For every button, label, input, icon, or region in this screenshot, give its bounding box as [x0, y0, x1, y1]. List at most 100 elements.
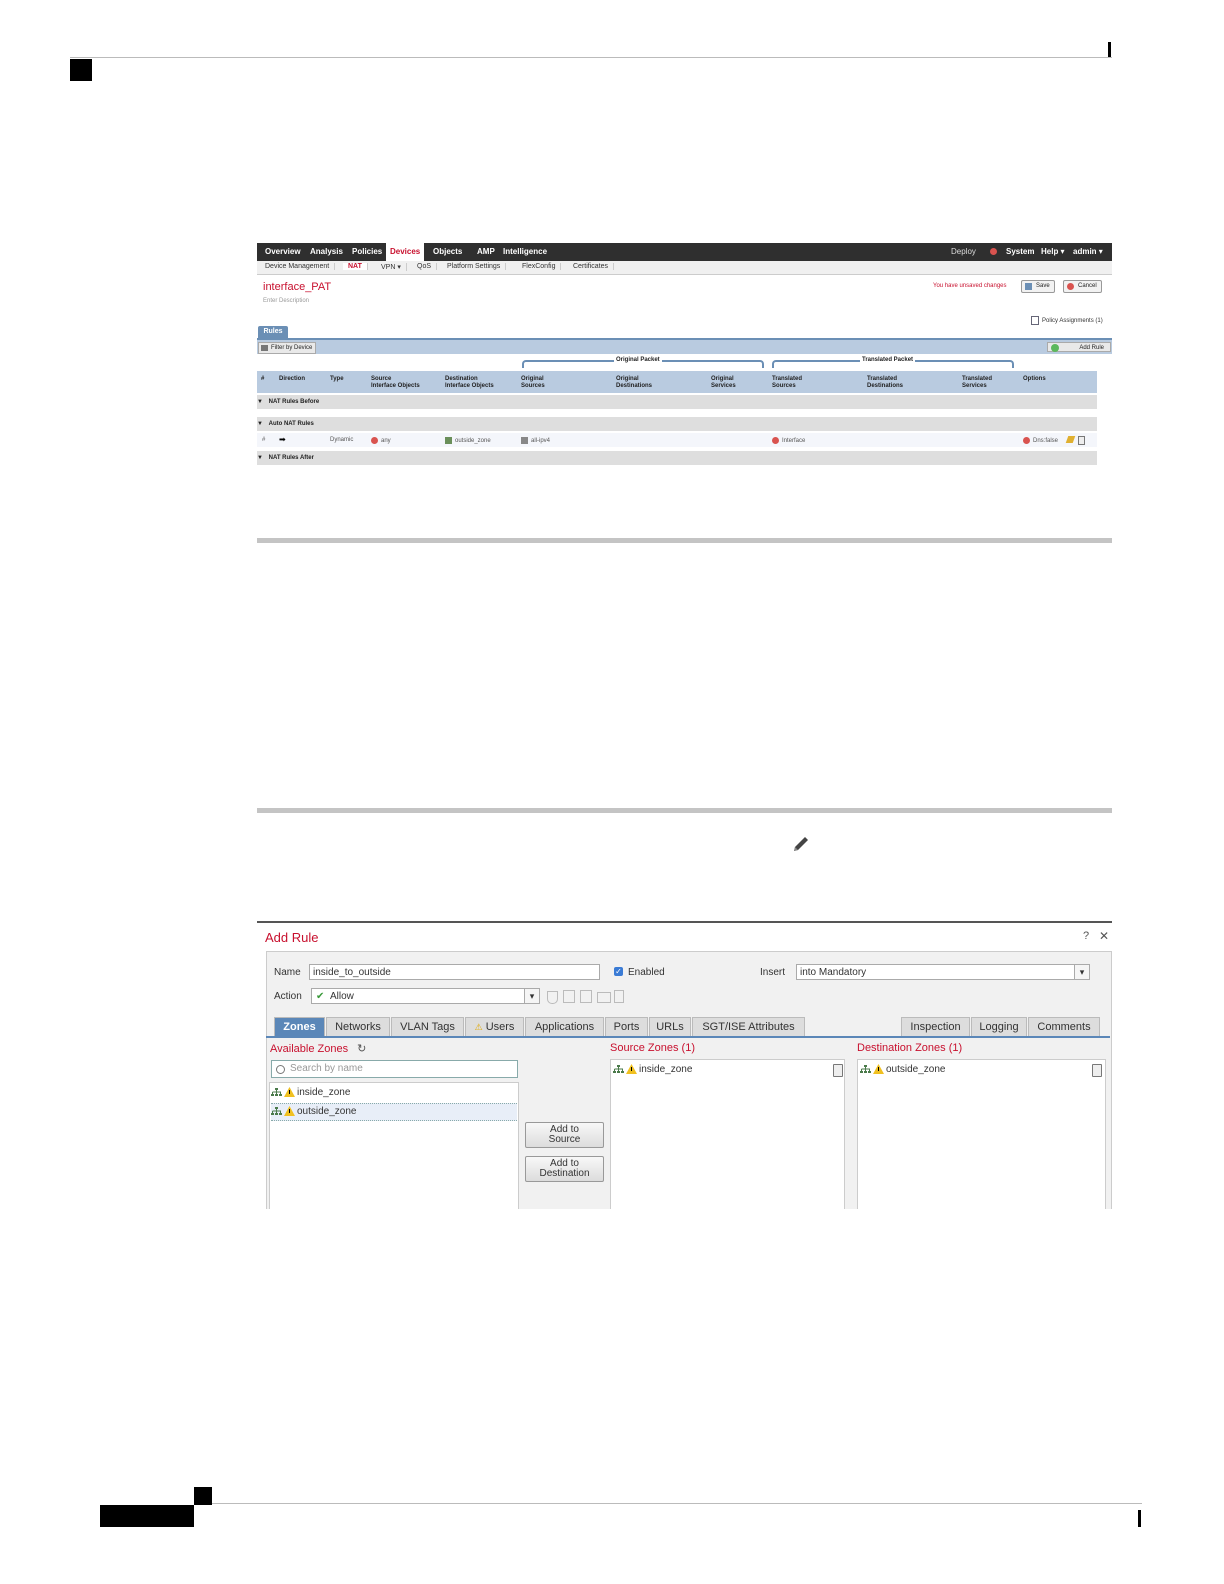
rules-tab[interactable]: Rules — [258, 326, 288, 338]
refresh-icon[interactable]: ↻ — [357, 1043, 366, 1055]
tab-sgt-ise-attributes[interactable]: SGT/ISE Attributes — [692, 1017, 805, 1036]
destination-zones-label: Destination Zones (1) — [857, 1042, 963, 1054]
help-icon[interactable]: ? — [1083, 930, 1089, 942]
zone-icon — [271, 1106, 282, 1115]
subnav-vpn[interactable]: VPN ▾ — [376, 263, 407, 271]
subnav-flexconfig[interactable]: FlexConfig — [517, 263, 562, 270]
add-rule-button[interactable]: Add Rule — [1047, 342, 1111, 352]
subnav-nat[interactable]: NAT — [343, 263, 368, 270]
filter-icon — [261, 345, 268, 351]
translated-packet-label: Translated Packet — [860, 357, 916, 363]
section-auto-nat-rules[interactable]: ▼ Auto NAT Rules — [257, 417, 1097, 431]
action-select[interactable]: ✔ Allow ▾ — [311, 988, 540, 1004]
page-footer-marker — [194, 1487, 212, 1505]
shield-icon[interactable] — [547, 991, 558, 1004]
nav-objects[interactable]: Objects — [433, 247, 462, 256]
page-header-tick — [1108, 42, 1111, 57]
file-policy-icon[interactable] — [563, 990, 575, 1003]
help-menu[interactable]: Help ▾ — [1041, 247, 1065, 256]
tab-zones[interactable]: Zones — [274, 1017, 325, 1036]
available-zone-item[interactable]: outside_zone — [271, 1103, 517, 1121]
system-menu[interactable]: System — [1006, 247, 1034, 256]
table-row[interactable]: # ➡ Dynamic any outside_zone all-ipv4 In… — [257, 433, 1097, 447]
admin-menu[interactable]: admin ▾ — [1073, 247, 1103, 256]
col-number: # — [261, 376, 265, 382]
subnav-device-management[interactable]: Device Management — [260, 263, 336, 270]
cancel-button[interactable]: Cancel — [1063, 280, 1102, 293]
edit-pencil-icon — [794, 837, 808, 851]
tab-vlan-tags[interactable]: VLAN Tags — [391, 1017, 464, 1036]
tab-inspection[interactable]: Inspection — [901, 1017, 970, 1036]
nav-policies[interactable]: Policies — [352, 247, 382, 256]
tab-ports[interactable]: Ports — [605, 1017, 648, 1036]
enabled-checkbox[interactable]: ✓ — [614, 967, 623, 976]
search-placeholder: Search by name — [290, 1063, 363, 1074]
tab-comments[interactable]: Comments — [1028, 1017, 1100, 1036]
subnav-qos[interactable]: QoS — [412, 263, 438, 270]
tab-logging[interactable]: Logging — [971, 1017, 1027, 1036]
tab-users[interactable]: ⚠ Users — [465, 1017, 524, 1036]
nav-overview[interactable]: Overview — [265, 247, 301, 256]
allow-check-icon: ✔ — [316, 991, 325, 1002]
folder-icon[interactable] — [597, 992, 611, 1003]
trash-icon[interactable] — [1092, 1064, 1102, 1077]
subnav-certificates[interactable]: Certificates — [568, 263, 615, 270]
interface-object-icon — [371, 437, 378, 444]
section-nat-rules-after[interactable]: ▼ NAT Rules After — [257, 451, 1097, 465]
zone-name: outside_zone — [886, 1064, 946, 1075]
tab-urls[interactable]: URLs — [649, 1017, 691, 1036]
trash-icon[interactable] — [833, 1064, 843, 1077]
delete-icon[interactable] — [1078, 436, 1085, 445]
add-icon — [1051, 344, 1059, 352]
add-rule-label: Add Rule — [1079, 345, 1104, 351]
source-zone-item[interactable]: inside_zone — [613, 1062, 841, 1078]
nav-devices[interactable]: Devices — [386, 243, 425, 261]
document-icon[interactable] — [614, 990, 624, 1003]
warning-icon — [284, 1087, 295, 1098]
available-zones-list — [269, 1082, 519, 1209]
zone-icon — [613, 1064, 624, 1073]
policy-title: interface_PAT — [263, 281, 332, 293]
section-nat-rules-before[interactable]: ▼ NAT Rules Before — [257, 395, 1097, 409]
nav-analysis[interactable]: Analysis — [310, 247, 343, 256]
row-original-sources: all-ipv4 — [521, 437, 550, 444]
col-translated-destinations: Translated Destinations — [867, 376, 904, 389]
insert-label: Insert — [760, 967, 786, 978]
zone-search-input[interactable]: Search by name — [271, 1060, 518, 1078]
cancel-label: Cancel — [1078, 283, 1097, 289]
destination-zone-item[interactable]: outside_zone — [860, 1062, 1100, 1078]
policy-assignments-link[interactable]: Policy Assignments (1) — [1031, 316, 1103, 325]
page-footer-tick — [1138, 1510, 1141, 1527]
name-label: Name — [274, 967, 301, 978]
warning-icon — [626, 1064, 637, 1075]
original-packet-label: Original Packet — [614, 357, 662, 363]
subnav-platform-settings[interactable]: Platform Settings — [442, 263, 507, 270]
chevron-down-icon: ▾ — [524, 989, 539, 1003]
col-destination-interface: Destination Interface Objects — [445, 376, 494, 389]
search-icon — [276, 1065, 285, 1074]
chevron-down-icon: ▾ — [1074, 965, 1089, 979]
filter-by-device-button[interactable]: Filter by Device — [258, 342, 317, 354]
insert-select[interactable]: into Mandatory ▾ — [796, 964, 1090, 980]
options-icon — [1023, 437, 1030, 444]
warning-icon — [284, 1106, 295, 1117]
nav-intelligence[interactable]: Intelligence — [503, 247, 547, 256]
nav-amp[interactable]: AMP — [477, 247, 495, 256]
tab-users-label: Users — [485, 1021, 515, 1033]
save-button[interactable]: Save — [1021, 280, 1055, 293]
edit-icon[interactable] — [1065, 436, 1076, 443]
alert-icon[interactable] — [990, 248, 997, 255]
tab-networks[interactable]: Networks — [326, 1017, 390, 1036]
add-rule-dialog: Add Rule ? ✕ Name inside_to_outside ✓ En… — [257, 921, 1112, 1209]
available-zone-item[interactable]: inside_zone — [271, 1085, 517, 1101]
row-destination-interface: outside_zone — [445, 437, 491, 444]
rule-name-input[interactable]: inside_to_outside — [309, 964, 600, 980]
policy-description[interactable]: Enter Description — [263, 298, 309, 304]
add-to-source-button[interactable]: Add to Source — [525, 1122, 604, 1148]
add-to-destination-button[interactable]: Add to Destination — [525, 1156, 604, 1182]
deploy-link[interactable]: Deploy — [951, 247, 976, 256]
logging-icon[interactable] — [580, 990, 592, 1003]
tab-applications[interactable]: Applications — [525, 1017, 604, 1036]
close-icon[interactable]: ✕ — [1099, 929, 1109, 943]
cancel-icon — [1067, 283, 1074, 290]
